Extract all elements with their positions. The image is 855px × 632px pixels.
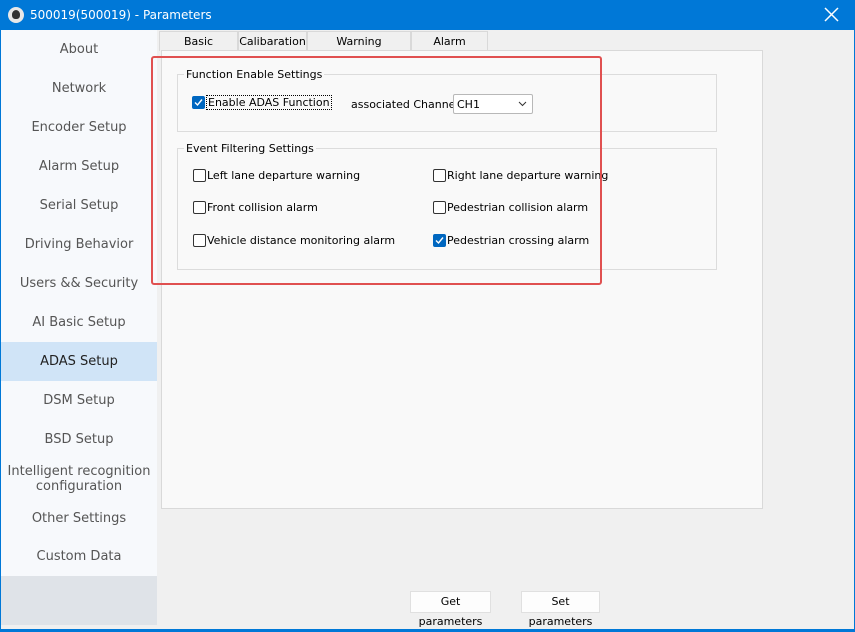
sidebar-item-serial-setup[interactable]: Serial Setup <box>1 186 157 225</box>
close-button[interactable] <box>809 0 855 30</box>
sidebar-item-adas-setup[interactable]: ADAS Setup <box>1 342 157 381</box>
close-icon <box>824 7 839 22</box>
sidebar-item-users-security[interactable]: Users && Security <box>1 264 157 303</box>
tab-alarm-linkage[interactable]: Alarm Linkage <box>411 31 488 68</box>
sidebar-item-about[interactable]: About <box>1 30 157 69</box>
tab-warning-sensitivity[interactable]: Warning Sensitivity <box>307 31 411 68</box>
sidebar-item-alarm-setup[interactable]: Alarm Setup <box>1 147 157 186</box>
sidebar-item-ai-basic-setup[interactable]: AI Basic Setup <box>1 303 157 342</box>
sidebar-item-bsd-setup[interactable]: BSD Setup <box>1 420 157 459</box>
get-parameters-button[interactable]: Get parameters <box>410 591 491 628</box>
sidebar-item-dsm-setup[interactable]: DSM Setup <box>1 381 157 420</box>
app-icon <box>8 7 24 23</box>
tab-calibration[interactable]: Calibaration <box>238 31 307 51</box>
sidebar-item-intelligent-recognition[interactable]: Intelligent recognition configuration <box>1 459 157 499</box>
tab-basic-function[interactable]: Basic Function <box>159 31 238 68</box>
sidebar-item-network[interactable]: Network <box>1 69 157 108</box>
highlight-box <box>151 56 602 285</box>
sidebar-item-other-settings[interactable]: Other Settings <box>1 499 157 537</box>
title-bar: 500019(500019) - Parameters <box>0 0 855 30</box>
window-title: 500019(500019) - Parameters <box>30 8 212 22</box>
sidebar-footer <box>1 576 157 625</box>
sidebar-item-driving-behavior[interactable]: Driving Behavior <box>1 225 157 264</box>
set-parameters-button[interactable]: Set parameters <box>521 591 600 628</box>
client-area: About Network Encoder Setup Alarm Setup … <box>1 30 854 629</box>
sidebar-item-encoder-setup[interactable]: Encoder Setup <box>1 108 157 147</box>
sidebar-item-custom-data[interactable]: Custom Data <box>1 537 157 576</box>
sidebar: About Network Encoder Setup Alarm Setup … <box>1 30 157 625</box>
